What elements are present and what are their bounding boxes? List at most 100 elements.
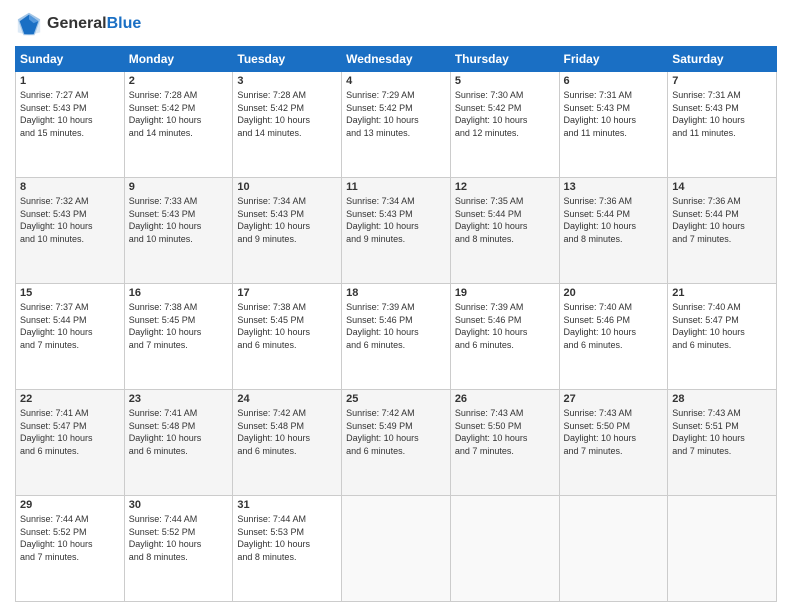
day-number: 20 <box>564 287 664 299</box>
day-number: 27 <box>564 393 664 405</box>
day-info: Sunrise: 7:36 AM Sunset: 5:44 PM Dayligh… <box>672 195 772 245</box>
calendar-cell: 5 Sunrise: 7:30 AM Sunset: 5:42 PM Daylig… <box>450 72 559 178</box>
day-info: Sunrise: 7:37 AM Sunset: 5:44 PM Dayligh… <box>20 301 120 351</box>
day-info: Sunrise: 7:43 AM Sunset: 5:50 PM Dayligh… <box>564 407 664 457</box>
day-number: 1 <box>20 75 120 87</box>
calendar-cell: 3 Sunrise: 7:28 AM Sunset: 5:42 PM Daylig… <box>233 72 342 178</box>
day-number: 26 <box>455 393 555 405</box>
day-info: Sunrise: 7:32 AM Sunset: 5:43 PM Dayligh… <box>20 195 120 245</box>
day-number: 29 <box>20 499 120 511</box>
calendar-cell: 25 Sunrise: 7:42 AM Sunset: 5:49 PM Dayli… <box>342 390 451 496</box>
day-info: Sunrise: 7:27 AM Sunset: 5:43 PM Dayligh… <box>20 89 120 139</box>
calendar-cell: 17 Sunrise: 7:38 AM Sunset: 5:45 PM Dayli… <box>233 284 342 390</box>
day-of-week-header: Sunday <box>16 47 125 72</box>
day-number: 18 <box>346 287 446 299</box>
day-info: Sunrise: 7:29 AM Sunset: 5:42 PM Dayligh… <box>346 89 446 139</box>
calendar-cell: 15 Sunrise: 7:37 AM Sunset: 5:44 PM Dayli… <box>16 284 125 390</box>
calendar-cell: 28Sunrise: 7:43 AM Sunset: 5:51 PM Dayli… <box>668 390 777 496</box>
calendar-cell: 7Sunrise: 7:31 AM Sunset: 5:43 PM Daylig… <box>668 72 777 178</box>
day-number: 14 <box>672 181 772 193</box>
calendar-cell: 30 Sunrise: 7:44 AM Sunset: 5:52 PM Dayli… <box>124 496 233 602</box>
day-info: Sunrise: 7:31 AM Sunset: 5:43 PM Dayligh… <box>672 89 772 139</box>
day-info: Sunrise: 7:34 AM Sunset: 5:43 PM Dayligh… <box>346 195 446 245</box>
day-info: Sunrise: 7:40 AM Sunset: 5:46 PM Dayligh… <box>564 301 664 351</box>
calendar-cell: 27 Sunrise: 7:43 AM Sunset: 5:50 PM Dayli… <box>559 390 668 496</box>
day-of-week-header: Friday <box>559 47 668 72</box>
logo-icon <box>15 10 43 38</box>
day-number: 13 <box>564 181 664 193</box>
day-number: 16 <box>129 287 229 299</box>
day-number: 17 <box>237 287 337 299</box>
day-info: Sunrise: 7:41 AM Sunset: 5:48 PM Dayligh… <box>129 407 229 457</box>
day-info: Sunrise: 7:44 AM Sunset: 5:53 PM Dayligh… <box>237 513 337 563</box>
logo: GeneralBlue <box>15 10 141 38</box>
day-info: Sunrise: 7:34 AM Sunset: 5:43 PM Dayligh… <box>237 195 337 245</box>
day-info: Sunrise: 7:44 AM Sunset: 5:52 PM Dayligh… <box>20 513 120 563</box>
day-info: Sunrise: 7:41 AM Sunset: 5:47 PM Dayligh… <box>20 407 120 457</box>
calendar-header-row: SundayMondayTuesdayWednesdayThursdayFrid… <box>16 47 777 72</box>
page: GeneralBlue SundayMondayTuesdayWednesday… <box>0 0 792 612</box>
day-number: 31 <box>237 499 337 511</box>
logo-text: GeneralBlue <box>47 15 141 33</box>
header: GeneralBlue <box>15 10 777 38</box>
day-number: 24 <box>237 393 337 405</box>
calendar-table: SundayMondayTuesdayWednesdayThursdayFrid… <box>15 46 777 602</box>
day-info: Sunrise: 7:42 AM Sunset: 5:48 PM Dayligh… <box>237 407 337 457</box>
calendar-cell: 21Sunrise: 7:40 AM Sunset: 5:47 PM Dayli… <box>668 284 777 390</box>
day-info: Sunrise: 7:40 AM Sunset: 5:47 PM Dayligh… <box>672 301 772 351</box>
calendar-cell: 20 Sunrise: 7:40 AM Sunset: 5:46 PM Dayli… <box>559 284 668 390</box>
day-number: 8 <box>20 181 120 193</box>
day-number: 3 <box>237 75 337 87</box>
day-info: Sunrise: 7:36 AM Sunset: 5:44 PM Dayligh… <box>564 195 664 245</box>
calendar-cell: 18 Sunrise: 7:39 AM Sunset: 5:46 PM Dayli… <box>342 284 451 390</box>
calendar-cell: 26 Sunrise: 7:43 AM Sunset: 5:50 PM Dayli… <box>450 390 559 496</box>
day-number: 5 <box>455 75 555 87</box>
day-of-week-header: Thursday <box>450 47 559 72</box>
calendar-cell <box>559 496 668 602</box>
day-number: 15 <box>20 287 120 299</box>
calendar-cell: 22Sunrise: 7:41 AM Sunset: 5:47 PM Dayli… <box>16 390 125 496</box>
day-info: Sunrise: 7:33 AM Sunset: 5:43 PM Dayligh… <box>129 195 229 245</box>
day-info: Sunrise: 7:28 AM Sunset: 5:42 PM Dayligh… <box>129 89 229 139</box>
day-info: Sunrise: 7:42 AM Sunset: 5:49 PM Dayligh… <box>346 407 446 457</box>
calendar-cell: 2 Sunrise: 7:28 AM Sunset: 5:42 PM Daylig… <box>124 72 233 178</box>
day-info: Sunrise: 7:28 AM Sunset: 5:42 PM Dayligh… <box>237 89 337 139</box>
day-info: Sunrise: 7:39 AM Sunset: 5:46 PM Dayligh… <box>346 301 446 351</box>
day-info: Sunrise: 7:30 AM Sunset: 5:42 PM Dayligh… <box>455 89 555 139</box>
calendar-cell: 8 Sunrise: 7:32 AM Sunset: 5:43 PM Daylig… <box>16 178 125 284</box>
day-number: 12 <box>455 181 555 193</box>
calendar-cell: 13 Sunrise: 7:36 AM Sunset: 5:44 PM Dayli… <box>559 178 668 284</box>
day-of-week-header: Tuesday <box>233 47 342 72</box>
day-number: 4 <box>346 75 446 87</box>
calendar-week-row: 8 Sunrise: 7:32 AM Sunset: 5:43 PM Daylig… <box>16 178 777 284</box>
calendar-week-row: 22Sunrise: 7:41 AM Sunset: 5:47 PM Dayli… <box>16 390 777 496</box>
calendar-cell: 24 Sunrise: 7:42 AM Sunset: 5:48 PM Dayli… <box>233 390 342 496</box>
day-number: 19 <box>455 287 555 299</box>
day-of-week-header: Wednesday <box>342 47 451 72</box>
day-number: 2 <box>129 75 229 87</box>
calendar-cell: 23 Sunrise: 7:41 AM Sunset: 5:48 PM Dayli… <box>124 390 233 496</box>
day-number: 23 <box>129 393 229 405</box>
day-info: Sunrise: 7:44 AM Sunset: 5:52 PM Dayligh… <box>129 513 229 563</box>
calendar-week-row: 15 Sunrise: 7:37 AM Sunset: 5:44 PM Dayli… <box>16 284 777 390</box>
calendar-cell: 1 Sunrise: 7:27 AM Sunset: 5:43 PM Daylig… <box>16 72 125 178</box>
calendar-cell <box>668 496 777 602</box>
day-info: Sunrise: 7:39 AM Sunset: 5:46 PM Dayligh… <box>455 301 555 351</box>
day-info: Sunrise: 7:43 AM Sunset: 5:50 PM Dayligh… <box>455 407 555 457</box>
day-info: Sunrise: 7:35 AM Sunset: 5:44 PM Dayligh… <box>455 195 555 245</box>
calendar-cell: 6 Sunrise: 7:31 AM Sunset: 5:43 PM Daylig… <box>559 72 668 178</box>
day-number: 11 <box>346 181 446 193</box>
day-number: 10 <box>237 181 337 193</box>
calendar-cell: 31 Sunrise: 7:44 AM Sunset: 5:53 PM Dayli… <box>233 496 342 602</box>
day-info: Sunrise: 7:31 AM Sunset: 5:43 PM Dayligh… <box>564 89 664 139</box>
day-number: 25 <box>346 393 446 405</box>
day-number: 9 <box>129 181 229 193</box>
calendar-cell: 4 Sunrise: 7:29 AM Sunset: 5:42 PM Daylig… <box>342 72 451 178</box>
calendar-cell <box>450 496 559 602</box>
day-number: 6 <box>564 75 664 87</box>
calendar-cell: 14 Sunrise: 7:36 AM Sunset: 5:44 PM Dayli… <box>668 178 777 284</box>
day-number: 30 <box>129 499 229 511</box>
day-of-week-header: Saturday <box>668 47 777 72</box>
calendar-cell: 16Sunrise: 7:38 AM Sunset: 5:45 PM Dayli… <box>124 284 233 390</box>
day-info: Sunrise: 7:38 AM Sunset: 5:45 PM Dayligh… <box>237 301 337 351</box>
